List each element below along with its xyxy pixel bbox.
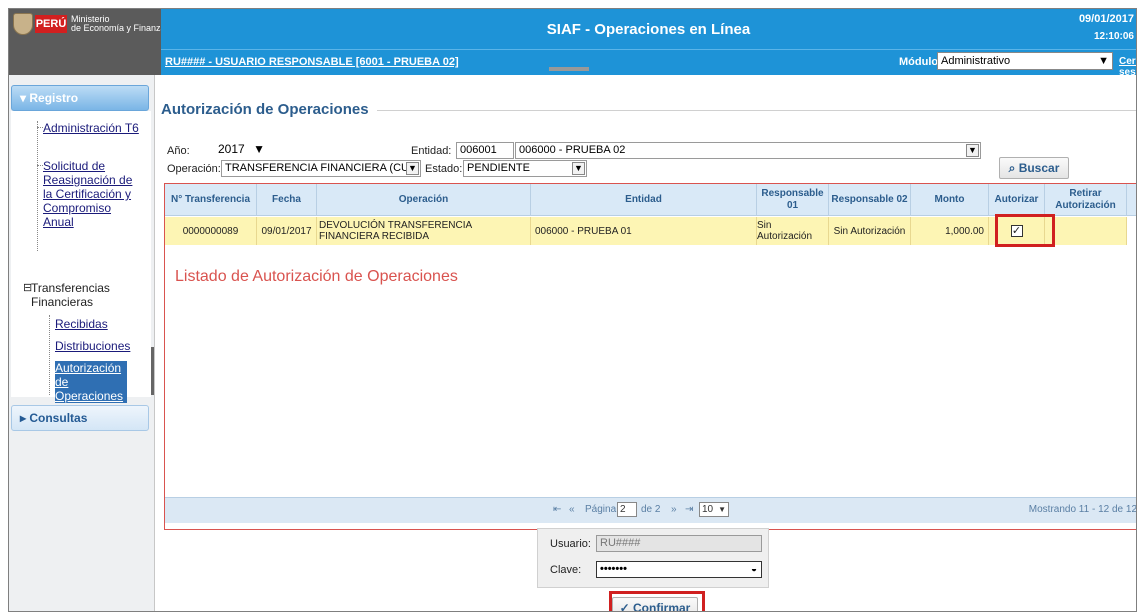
sidebar-item-administracion[interactable]: Administración T6 <box>43 121 147 135</box>
entity-name-select[interactable]: 006000 - PRUEBA 02 ▼ <box>515 142 981 159</box>
sidebar-section-consultas[interactable]: ▸ Consultas <box>11 405 149 431</box>
year-label: Año: <box>167 145 190 157</box>
operation-label: Operación: <box>167 163 221 175</box>
page-size-select[interactable]: 10 ▼ <box>699 502 729 517</box>
cell-amount: 1,000.00 <box>911 217 989 245</box>
caret-down-icon: ▾ <box>20 91 30 105</box>
header-time: 12:10:06 <box>1093 31 1134 42</box>
title-divider <box>377 110 1136 111</box>
header-date: 09/01/2017 <box>1078 13 1134 25</box>
tree-connector <box>37 121 38 251</box>
cell-transfer-no: 0000000089 <box>165 217 257 245</box>
cell-resp1: Sin Autorización <box>757 217 829 245</box>
confirm-highlight-frame <box>609 591 705 611</box>
prev-page-icon[interactable]: « <box>569 504 575 515</box>
chevron-down-icon: ▼ <box>253 142 265 156</box>
sidebar: ▾ Registro Administración T6 Solicitud d… <box>9 75 155 611</box>
first-page-icon[interactable]: ⇤ <box>553 504 561 515</box>
user-field[interactable]: RU#### <box>596 535 762 552</box>
cell-operation: DEVOLUCIÓN TRANSFERENCIA FINANCIERA RECI… <box>317 217 531 245</box>
caret-right-icon: ▸ <box>20 411 30 425</box>
splitter-handle[interactable] <box>549 67 589 71</box>
page-size-value: 10 <box>702 504 714 515</box>
year-select[interactable]: 2017 ▼ <box>215 142 269 159</box>
status-select[interactable]: PENDIENTE ▼ <box>463 160 587 177</box>
entity-code-input[interactable]: 006001 <box>456 142 514 159</box>
password-label: Clave: <box>550 564 582 576</box>
year-value: 2017 <box>218 142 245 156</box>
cell-resp2: Sin Autorización <box>829 217 911 245</box>
col-transfer-no[interactable]: N° Transferencia <box>165 184 257 216</box>
col-amount[interactable]: Monto <box>911 184 989 216</box>
sidebar-section-label: Consultas <box>29 411 88 425</box>
search-button-label: Buscar <box>1018 161 1060 175</box>
operation-select[interactable]: TRANSFERENCIA FINANCIERA (CUT) ▼ <box>221 160 421 177</box>
cell-revoke <box>1045 217 1127 245</box>
chevron-down-icon: ▼ <box>406 162 419 175</box>
search-icon: ⌕ <box>1008 161 1019 175</box>
eye-icon[interactable]: ◒ <box>751 562 757 577</box>
last-page-icon[interactable]: ⇥ <box>685 504 693 515</box>
sidebar-item-distribuciones[interactable]: Distribuciones <box>55 339 130 353</box>
col-revoke[interactable]: Retirar Autorización <box>1045 184 1127 216</box>
sidebar-scrollbar[interactable] <box>151 347 154 395</box>
cell-entity: 006000 - PRUEBA 01 <box>531 217 757 245</box>
grid-header: N° Transferencia Fecha Operación Entidad… <box>165 184 1136 216</box>
logo-peru: PERÚ <box>35 15 67 33</box>
page-of-label: de 2 <box>641 504 661 515</box>
app-title: SIAF - Operaciones en Línea <box>546 21 751 38</box>
auth-panel: Usuario: RU#### Clave: ••••••• ◒ <box>537 528 769 588</box>
entity-label: Entidad: <box>411 145 452 157</box>
col-authorize[interactable]: Autorizar <box>989 184 1045 216</box>
password-value: ••••••• <box>600 563 627 575</box>
col-resp1[interactable]: Responsable 01 <box>757 184 829 216</box>
ministry-line2: de Economía y Finanzas <box>71 23 171 33</box>
module-label: Módulo: <box>899 56 942 68</box>
ministry-logo: PERÚ Ministerio de Economía y Finanzas <box>9 9 170 75</box>
sidebar-item-solicitud[interactable]: Solicitud de Reasignación de la Certific… <box>43 159 143 229</box>
tree-connector <box>49 315 50 395</box>
user-info-link[interactable]: RU#### - USUARIO RESPONSABLE [6001 - PRU… <box>165 56 459 68</box>
page-input[interactable]: 2 <box>617 502 637 517</box>
status-label: Estado: <box>425 163 463 175</box>
checkbox-highlight-frame <box>995 214 1055 247</box>
sidebar-section-label: Registro <box>29 91 79 105</box>
chevron-down-icon: ▼ <box>718 505 726 514</box>
grid-pager: ⇤ « Página 2 de 2 » ⇥ 10 ▼ Mostrando 11 … <box>165 497 1137 523</box>
coat-of-arms-icon <box>13 13 33 35</box>
col-entity[interactable]: Entidad <box>531 184 757 216</box>
main-content: Autorización de Operaciones Año: 2017 ▼ … <box>157 75 1136 611</box>
col-date[interactable]: Fecha <box>257 184 317 216</box>
sidebar-tree: Administración T6 Solicitud de Reasignac… <box>11 111 151 403</box>
sidebar-item-recibidas[interactable]: Recibidas <box>55 317 108 331</box>
entity-name-value: 006000 - PRUEBA 02 <box>519 144 626 156</box>
search-button[interactable]: ⌕ Buscar <box>999 157 1069 179</box>
page-title: Autorización de Operaciones <box>161 101 369 118</box>
user-label: Usuario: <box>550 538 591 550</box>
grid-annotation: Listado de Autorización de Operaciones <box>175 268 458 285</box>
top-bar: SIAF - Operaciones en Línea 09/01/2017 1… <box>161 9 1136 49</box>
cell-date: 09/01/2017 <box>257 217 317 245</box>
sidebar-section-registro[interactable]: ▾ Registro <box>11 85 149 111</box>
sidebar-item-transferencias[interactable]: Transferencias Financieras <box>31 281 131 309</box>
chevron-down-icon: ▼ <box>572 162 585 175</box>
module-value: Administrativo <box>941 55 1011 67</box>
table-row[interactable]: 0000000089 09/01/2017 DEVOLUCIÓN TRANSFE… <box>165 217 1127 245</box>
chevron-down-icon: ▼ <box>966 144 979 157</box>
status-value: PENDIENTE <box>467 162 530 174</box>
col-operation[interactable]: Operación <box>317 184 531 216</box>
operations-grid: N° Transferencia Fecha Operación Entidad… <box>165 184 1137 529</box>
next-page-icon[interactable]: » <box>671 504 677 515</box>
user-bar: RU#### - USUARIO RESPONSABLE [6001 - PRU… <box>161 49 1136 78</box>
page-label: Página <box>585 504 617 515</box>
password-field[interactable]: ••••••• ◒ <box>596 561 762 578</box>
col-resp2[interactable]: Responsable 02 <box>829 184 911 216</box>
module-select[interactable]: Administrativo ▼ <box>937 52 1113 70</box>
paging-status: Mostrando 11 - 12 de 12 <box>1028 504 1137 515</box>
operation-value: TRANSFERENCIA FINANCIERA (CUT) <box>225 162 420 174</box>
app-window: PERÚ Ministerio de Economía y Finanzas S… <box>8 8 1137 612</box>
chevron-down-icon: ▼ <box>1098 55 1109 67</box>
sidebar-item-autorizacion[interactable]: Autorización de Operaciones <box>55 361 127 403</box>
